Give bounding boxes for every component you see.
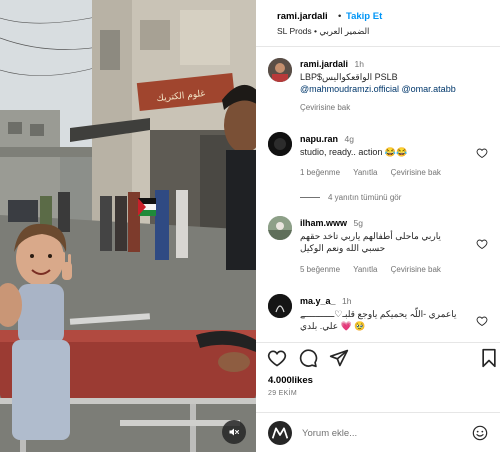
muted-speaker-icon	[229, 428, 239, 436]
comment-translate-link[interactable]: Çevirisine bak	[391, 168, 441, 177]
replies-line	[300, 197, 320, 199]
comment-like-heart-icon[interactable]	[476, 315, 488, 327]
comment-time: 1h	[342, 296, 352, 306]
post-side-panel: rami.jardali • Takip Et SL Prods • الضمي…	[256, 0, 500, 452]
comment-avatar-maya[interactable]	[268, 294, 292, 318]
comment-maya: ma.y_a_ 1h ياعمري -اللّہ يحميكم ياوجع قل…	[300, 295, 476, 333]
comment-username[interactable]: ma.y_a_	[300, 296, 336, 306]
comment-bubble-icon[interactable]	[298, 348, 318, 368]
comment-text: studio, ready.. action 😂😂	[300, 146, 408, 157]
comment-time: 4g	[344, 134, 354, 144]
comment-likes-count[interactable]: 5 beğenme	[300, 265, 340, 274]
mute-button[interactable]	[222, 420, 246, 444]
emoji-smile-icon[interactable]	[472, 425, 488, 441]
caption-username[interactable]: rami.jardali	[300, 59, 348, 69]
comment-text-line-1: ياعمري -اللّہ يحميكم ياوجع قلبـ♡ــــــــ…	[300, 308, 457, 319]
likes-count[interactable]: 4.000likes	[268, 375, 313, 386]
header-separator: •	[338, 11, 342, 22]
comment-avatar-ilham[interactable]	[268, 216, 292, 240]
action-bar	[256, 344, 500, 374]
comment-napu: napu.ran 4g studio, ready.. action 😂😂	[300, 133, 476, 158]
avatar-image	[268, 216, 292, 240]
view-replies-label: 4 yanıtın tümünü gör	[328, 193, 402, 202]
video-frame: غلوم الكتريك	[0, 0, 256, 452]
caption-meta: Çevirisine bak	[300, 103, 361, 112]
comment-composer	[256, 414, 500, 452]
avatar-image	[268, 132, 292, 156]
caption-mention-2[interactable]: @omar.atabb	[402, 84, 456, 94]
comment-text-line-2: علي. بلدي 💗 🥹	[300, 321, 366, 331]
comment-like-heart-icon[interactable]	[476, 147, 488, 159]
comment-avatar-napu[interactable]	[268, 132, 292, 156]
actions-divider	[256, 342, 500, 343]
current-user-avatar[interactable]	[268, 421, 292, 445]
composer-divider	[256, 412, 500, 413]
author-avatar[interactable]	[268, 58, 292, 82]
reply-button[interactable]: Yanıtla	[353, 168, 377, 177]
reply-button[interactable]: Yanıtla	[353, 265, 377, 274]
caption: rami.jardali 1h LBP$الواقعكواليس PSLB @m…	[300, 58, 492, 96]
post-date: 29 EKİM	[268, 390, 297, 397]
paper-plane-icon[interactable]	[329, 348, 349, 368]
comment-translate-link[interactable]: Çevirisine bak	[391, 265, 441, 274]
heart-outline-icon[interactable]	[267, 348, 287, 368]
comment-ilham: ilham.www 5g ياربي ماحلى أطفالهم ياربي ت…	[300, 217, 476, 255]
header-divider	[256, 46, 500, 47]
follow-button[interactable]: Takip Et	[346, 11, 382, 22]
comment-like-heart-icon[interactable]	[476, 238, 488, 250]
post-video[interactable]: غلوم الكتريك	[0, 0, 256, 452]
avatar-image	[272, 427, 288, 439]
comment-meta: 5 beğenme Yanıtla Çevirisine bak	[300, 265, 452, 274]
comment-text-line-1: ياربي ماحلى أطفالهم ياربي تاخد حقهم	[300, 230, 441, 241]
view-replies-button[interactable]: 4 yanıtın tümünü gör	[300, 193, 401, 202]
caption-text: LBP$الواقعكواليس PSLB	[300, 71, 398, 82]
audio-label[interactable]: SL Prods • الضمير العربي	[277, 26, 369, 37]
caption-mention-1[interactable]: @mahmoudramzi.official	[300, 84, 399, 94]
comment-input[interactable]	[302, 426, 462, 440]
bookmark-icon[interactable]	[479, 348, 499, 368]
comment-likes-count[interactable]: 1 beğenme	[300, 168, 340, 177]
avatar-image	[268, 58, 292, 82]
caption-translate-link[interactable]: Çevirisine bak	[300, 103, 350, 112]
comment-username[interactable]: napu.ran	[300, 134, 338, 144]
caption-time: 1h	[354, 59, 365, 69]
author-username[interactable]: rami.jardali	[277, 11, 328, 22]
comment-time: 5g	[353, 218, 363, 228]
post-header: rami.jardali • Takip Et SL Prods • الضمي…	[256, 0, 500, 42]
comment-username[interactable]: ilham.www	[300, 218, 347, 228]
comment-text-line-2: حسبي الله ونعم الوكيل	[300, 243, 386, 253]
comment-meta: 1 beğenme Yanıtla Çevirisine bak	[300, 168, 452, 177]
avatar-image	[268, 294, 292, 318]
